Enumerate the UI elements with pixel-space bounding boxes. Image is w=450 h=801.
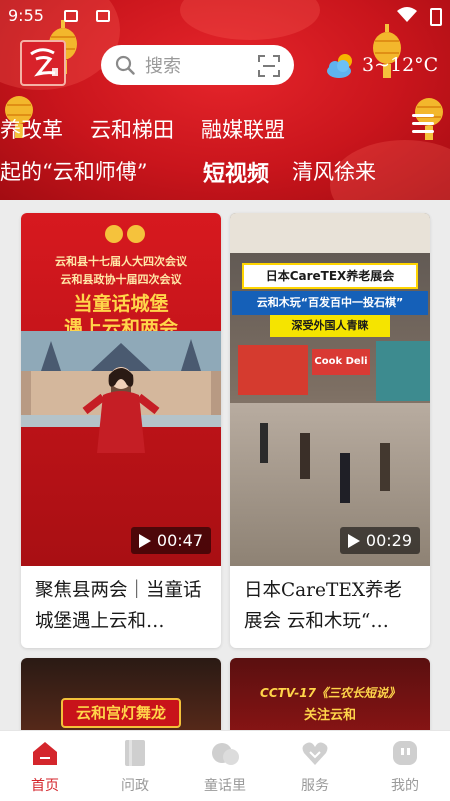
thumb-caption: 云和县十七届人大四次会议 bbox=[55, 255, 187, 268]
video-duration: 00:29 bbox=[339, 527, 420, 554]
channel-nav-row-2: 起的“云和师傅” 短视频 清风徐来 bbox=[0, 152, 450, 192]
presenter-figure bbox=[82, 367, 160, 453]
channel-tab[interactable]: 养改革 bbox=[0, 114, 63, 144]
visitor-figure bbox=[300, 433, 310, 479]
thumb-headline: 云和宫灯舞龙 bbox=[61, 698, 181, 728]
tab-services[interactable]: 服务 bbox=[270, 731, 360, 801]
video-thumbnail: CCTV-17《三农长短说》 关注云和 bbox=[230, 658, 430, 738]
header-banner: 9:55 3~12°C bbox=[0, 0, 450, 200]
play-icon bbox=[347, 534, 360, 548]
tab-inquiry[interactable]: 问政 bbox=[90, 731, 180, 801]
home-icon bbox=[33, 742, 57, 765]
tab-home[interactable]: 首页 bbox=[0, 731, 90, 801]
user-icon bbox=[393, 741, 417, 765]
tab-fairytale[interactable]: 童话里 bbox=[180, 731, 270, 801]
channel-tab[interactable]: 起的“云和师傅” bbox=[0, 156, 147, 186]
duration-text: 00:47 bbox=[156, 531, 203, 550]
wifi-icon bbox=[397, 7, 417, 22]
document-icon bbox=[125, 740, 145, 766]
scan-icon[interactable] bbox=[258, 55, 280, 77]
temperature-text: 3~12°C bbox=[362, 54, 439, 76]
play-icon bbox=[138, 534, 151, 548]
thumb-banner: 云和木玩“百发百中一投石棋” bbox=[232, 291, 428, 315]
thumb-banner: 深受外国人青睐 bbox=[270, 315, 390, 337]
search-input[interactable] bbox=[143, 53, 247, 79]
thumb-headline: CCTV-17《三农长短说》 bbox=[260, 686, 400, 700]
thumb-caption: 云和县政协十届四次会议 bbox=[60, 273, 182, 286]
tab-label: 服务 bbox=[301, 778, 329, 794]
tab-label: 首页 bbox=[31, 778, 59, 794]
booth bbox=[238, 345, 308, 395]
thumb-banner: 日本CareTEX养老展会 bbox=[242, 263, 418, 289]
weather-widget[interactable]: 3~12°C bbox=[325, 52, 440, 82]
tab-profile[interactable]: 我的 bbox=[360, 731, 450, 801]
notification-icon bbox=[64, 10, 78, 22]
bottom-tab-bar: 首页 问政 童话里 服务 我的 bbox=[0, 730, 450, 801]
visitor-figure bbox=[380, 443, 390, 491]
emblem-icon bbox=[127, 225, 145, 243]
tab-label: 问政 bbox=[121, 778, 149, 794]
tab-label: 我的 bbox=[391, 778, 419, 794]
booth bbox=[376, 341, 430, 401]
video-thumbnail: 日本CareTEX养老展会 云和木玩“百发百中一投石棋” 深受外国人青睐 Coo… bbox=[230, 213, 430, 566]
heart-icon bbox=[302, 742, 328, 765]
emblem-icon bbox=[105, 225, 123, 243]
video-card[interactable]: CCTV-17《三农长短说》 关注云和 bbox=[230, 658, 430, 738]
video-thumbnail: 云和县十七届人大四次会议 云和县政协十届四次会议 当童话城堡 遇上云和两会 00… bbox=[21, 213, 221, 566]
search-bar[interactable] bbox=[101, 45, 294, 85]
video-card[interactable]: 日本CareTEX养老展会 云和木玩“百发百中一投石棋” 深受外国人青睐 Coo… bbox=[230, 213, 430, 648]
video-thumbnail: 云和宫灯舞龙 bbox=[21, 658, 221, 738]
thumb-headline: 当童话城堡 bbox=[73, 293, 169, 315]
video-title[interactable]: 日本CareTEX养老展会 云和木玩“… bbox=[244, 575, 420, 637]
visitor-figure bbox=[340, 453, 350, 503]
booth-sign: Cook Deli bbox=[312, 349, 370, 375]
bubble-icon bbox=[212, 743, 239, 765]
channel-menu-icon[interactable] bbox=[412, 114, 434, 134]
video-card[interactable]: 云和县十七届人大四次会议 云和县政协十届四次会议 当童话城堡 遇上云和两会 00… bbox=[21, 213, 221, 648]
channel-nav-row-1: 养改革 云和梯田 融媒联盟 bbox=[0, 110, 450, 150]
thumb-headline: 关注云和 bbox=[303, 708, 356, 723]
channel-tab[interactable]: 云和梯田 bbox=[90, 114, 174, 144]
duration-text: 00:29 bbox=[365, 531, 412, 550]
tab-label: 童话里 bbox=[204, 778, 246, 794]
channel-tab-active[interactable]: 短视频 bbox=[203, 156, 269, 188]
status-time: 9:55 bbox=[8, 6, 44, 25]
ceiling bbox=[230, 213, 430, 253]
logo-icon bbox=[30, 48, 58, 77]
notification-icon bbox=[96, 10, 110, 22]
battery-icon bbox=[430, 8, 442, 26]
channel-tab[interactable]: 清风徐来 bbox=[292, 156, 376, 186]
video-title[interactable]: 聚焦县两会｜当童话城堡遇上云和… bbox=[35, 575, 211, 637]
app-logo[interactable] bbox=[20, 40, 66, 86]
video-card[interactable]: 云和宫灯舞龙 bbox=[21, 658, 221, 738]
cloud-sun-icon bbox=[327, 54, 352, 78]
video-duration: 00:47 bbox=[130, 527, 211, 554]
search-icon bbox=[115, 55, 135, 75]
status-bar: 9:55 bbox=[0, 0, 450, 32]
channel-tab[interactable]: 融媒联盟 bbox=[201, 114, 285, 144]
visitor-figure bbox=[260, 423, 268, 463]
